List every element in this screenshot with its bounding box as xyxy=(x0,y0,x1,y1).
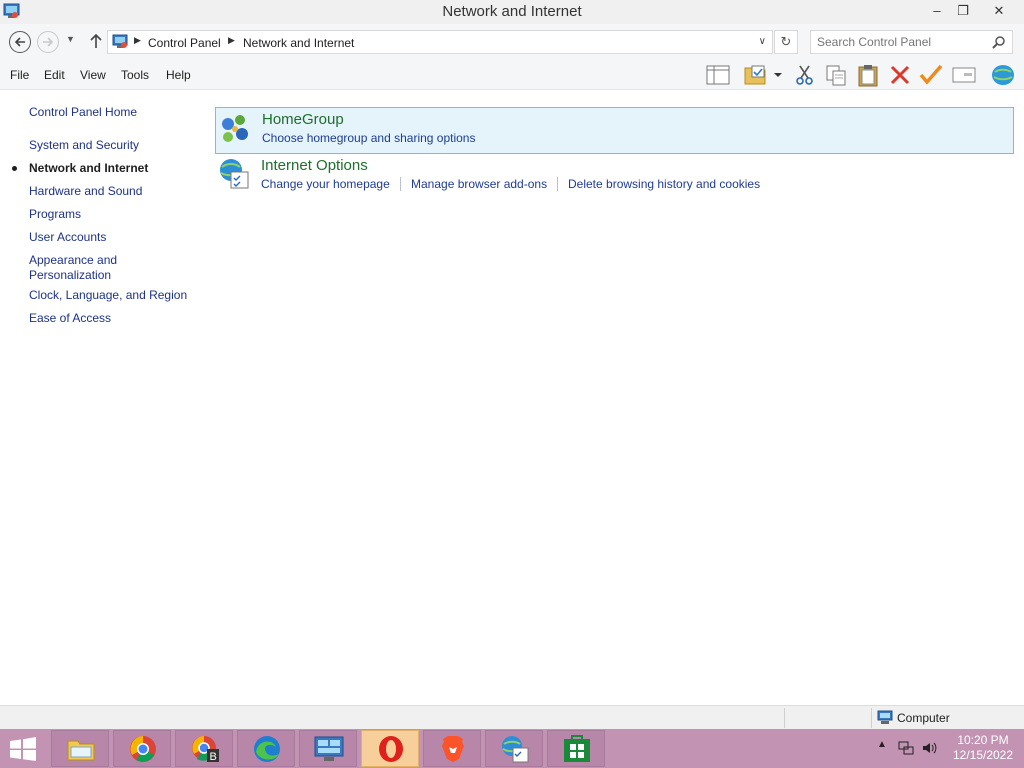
taskbar-brave[interactable] xyxy=(423,730,481,767)
status-location-label: Computer xyxy=(897,711,950,725)
taskbar-opera[interactable] xyxy=(361,730,419,767)
forward-arrow-icon xyxy=(43,37,54,47)
nav-network-and-internet[interactable]: Network and Internet xyxy=(29,161,148,176)
edge-icon xyxy=(254,736,280,762)
menu-tools[interactable]: Tools xyxy=(121,68,149,82)
nav-system-and-security[interactable]: System and Security xyxy=(29,138,139,153)
nav-hardware-and-sound[interactable]: Hardware and Sound xyxy=(29,184,142,199)
status-bar: Computer xyxy=(0,705,1024,729)
properties-icon[interactable] xyxy=(951,63,977,87)
file-explorer-icon xyxy=(67,740,95,761)
network-globe-icon[interactable] xyxy=(990,63,1016,87)
brave-icon xyxy=(442,736,464,762)
volume-icon[interactable] xyxy=(921,740,937,756)
paste-icon[interactable] xyxy=(855,63,881,87)
remote-desktop-icon xyxy=(314,736,344,761)
window-title: Network and Internet xyxy=(442,3,582,20)
category-title[interactable]: HomeGroup xyxy=(262,111,344,128)
address-bar[interactable]: ▶ Control Panel ▶ Network and Internet ∨ xyxy=(107,30,773,54)
chrome-beta-icon: B xyxy=(192,736,219,763)
link-change-homepage[interactable]: Change your homepage xyxy=(261,177,390,191)
category-title[interactable]: Internet Options xyxy=(261,157,368,174)
control-panel-home-link[interactable]: Control Panel Home xyxy=(29,105,137,120)
nav-user-accounts[interactable]: User Accounts xyxy=(29,230,106,245)
show-hidden-icons-button[interactable]: ▲ xyxy=(877,739,887,750)
category-internet-options: Internet Options Change your homepage Ma… xyxy=(215,155,1014,197)
taskbar-edge[interactable] xyxy=(237,730,295,767)
taskbar-remote-desktop[interactable] xyxy=(299,730,357,767)
address-dropdown-button[interactable]: ∨ xyxy=(759,36,766,47)
category-homegroup[interactable]: HomeGroup Choose homegroup and sharing o… xyxy=(215,107,1014,154)
control-panel-icon xyxy=(112,34,128,48)
menu-help[interactable]: Help xyxy=(166,68,191,82)
link-delete-browsing-history[interactable]: Delete browsing history and cookies xyxy=(568,177,760,191)
layout-icon[interactable] xyxy=(705,63,731,87)
link-divider xyxy=(400,177,401,191)
search-icon[interactable] xyxy=(992,35,1006,49)
clock-time: 10:20 PM xyxy=(957,733,1009,747)
dropdown-icon[interactable] xyxy=(770,63,786,87)
menu-bar: File Edit View Tools Help xyxy=(0,60,1024,90)
taskbar: B ▲ 10:20 PM 12/15/2022 xyxy=(0,729,1024,768)
clock-date: 12/15/2022 xyxy=(952,748,1014,762)
navigation-bar: ▼ ▶ Control Panel ▶ Network and Internet… xyxy=(0,24,1024,60)
taskbar-file-explorer[interactable] xyxy=(51,730,109,767)
breadcrumb-separator[interactable]: ▶ xyxy=(134,35,141,46)
internet-options-icon xyxy=(502,736,529,763)
maximize-button[interactable]: ❐ xyxy=(948,0,978,22)
breadcrumb-control-panel[interactable]: Control Panel xyxy=(148,36,221,50)
status-divider xyxy=(784,708,785,728)
recent-locations-dropdown[interactable]: ▼ xyxy=(66,34,75,44)
homegroup-icon xyxy=(222,115,248,142)
taskbar-chrome-beta[interactable]: B xyxy=(175,730,233,767)
back-arrow-icon xyxy=(14,37,25,47)
title-bar: Network and Internet – ❐ ✕ xyxy=(0,0,1024,24)
menu-view[interactable]: View xyxy=(80,68,106,82)
folder-options-icon[interactable] xyxy=(742,63,768,87)
refresh-button[interactable]: ↻ xyxy=(774,30,798,54)
back-button[interactable] xyxy=(9,31,31,53)
nav-appearance-and-personalization[interactable]: Appearance and Personalization xyxy=(29,253,139,283)
cut-icon[interactable] xyxy=(792,63,818,87)
link-manage-addons[interactable]: Manage browser add-ons xyxy=(411,177,547,191)
network-icon[interactable] xyxy=(898,740,914,756)
search-box[interactable] xyxy=(810,30,1013,54)
current-page-bullet xyxy=(12,166,17,171)
copy-icon[interactable] xyxy=(823,63,849,87)
chrome-icon xyxy=(130,736,156,762)
windows-start-icon[interactable] xyxy=(8,737,38,761)
computer-icon xyxy=(877,710,893,724)
nav-programs[interactable]: Programs xyxy=(29,207,81,222)
taskbar-internet-options[interactable] xyxy=(485,730,543,767)
breadcrumb-network-and-internet[interactable]: Network and Internet xyxy=(243,36,354,50)
svg-text:B: B xyxy=(210,751,217,763)
status-divider xyxy=(871,708,872,728)
opera-icon xyxy=(379,736,403,762)
nav-ease-of-access[interactable]: Ease of Access xyxy=(29,311,111,326)
taskbar-chrome[interactable] xyxy=(113,730,171,767)
taskbar-store[interactable] xyxy=(547,730,605,767)
search-input[interactable] xyxy=(817,34,982,50)
up-arrow-icon[interactable] xyxy=(88,31,104,51)
forward-button[interactable] xyxy=(37,31,59,53)
taskbar-clock[interactable]: 10:20 PM 12/15/2022 xyxy=(946,733,1020,763)
nav-clock-language-and-region[interactable]: Clock, Language, and Region xyxy=(29,288,187,303)
store-icon xyxy=(564,735,590,762)
checkmark-icon[interactable] xyxy=(918,63,944,87)
internet-options-icon xyxy=(220,159,249,189)
link-divider xyxy=(557,177,558,191)
close-button[interactable]: ✕ xyxy=(978,0,1020,22)
breadcrumb-separator[interactable]: ▶ xyxy=(228,35,235,46)
menu-edit[interactable]: Edit xyxy=(44,68,65,82)
delete-icon[interactable] xyxy=(887,63,913,87)
link-choose-homegroup[interactable]: Choose homegroup and sharing options xyxy=(262,131,475,145)
menu-file[interactable]: File xyxy=(10,68,29,82)
